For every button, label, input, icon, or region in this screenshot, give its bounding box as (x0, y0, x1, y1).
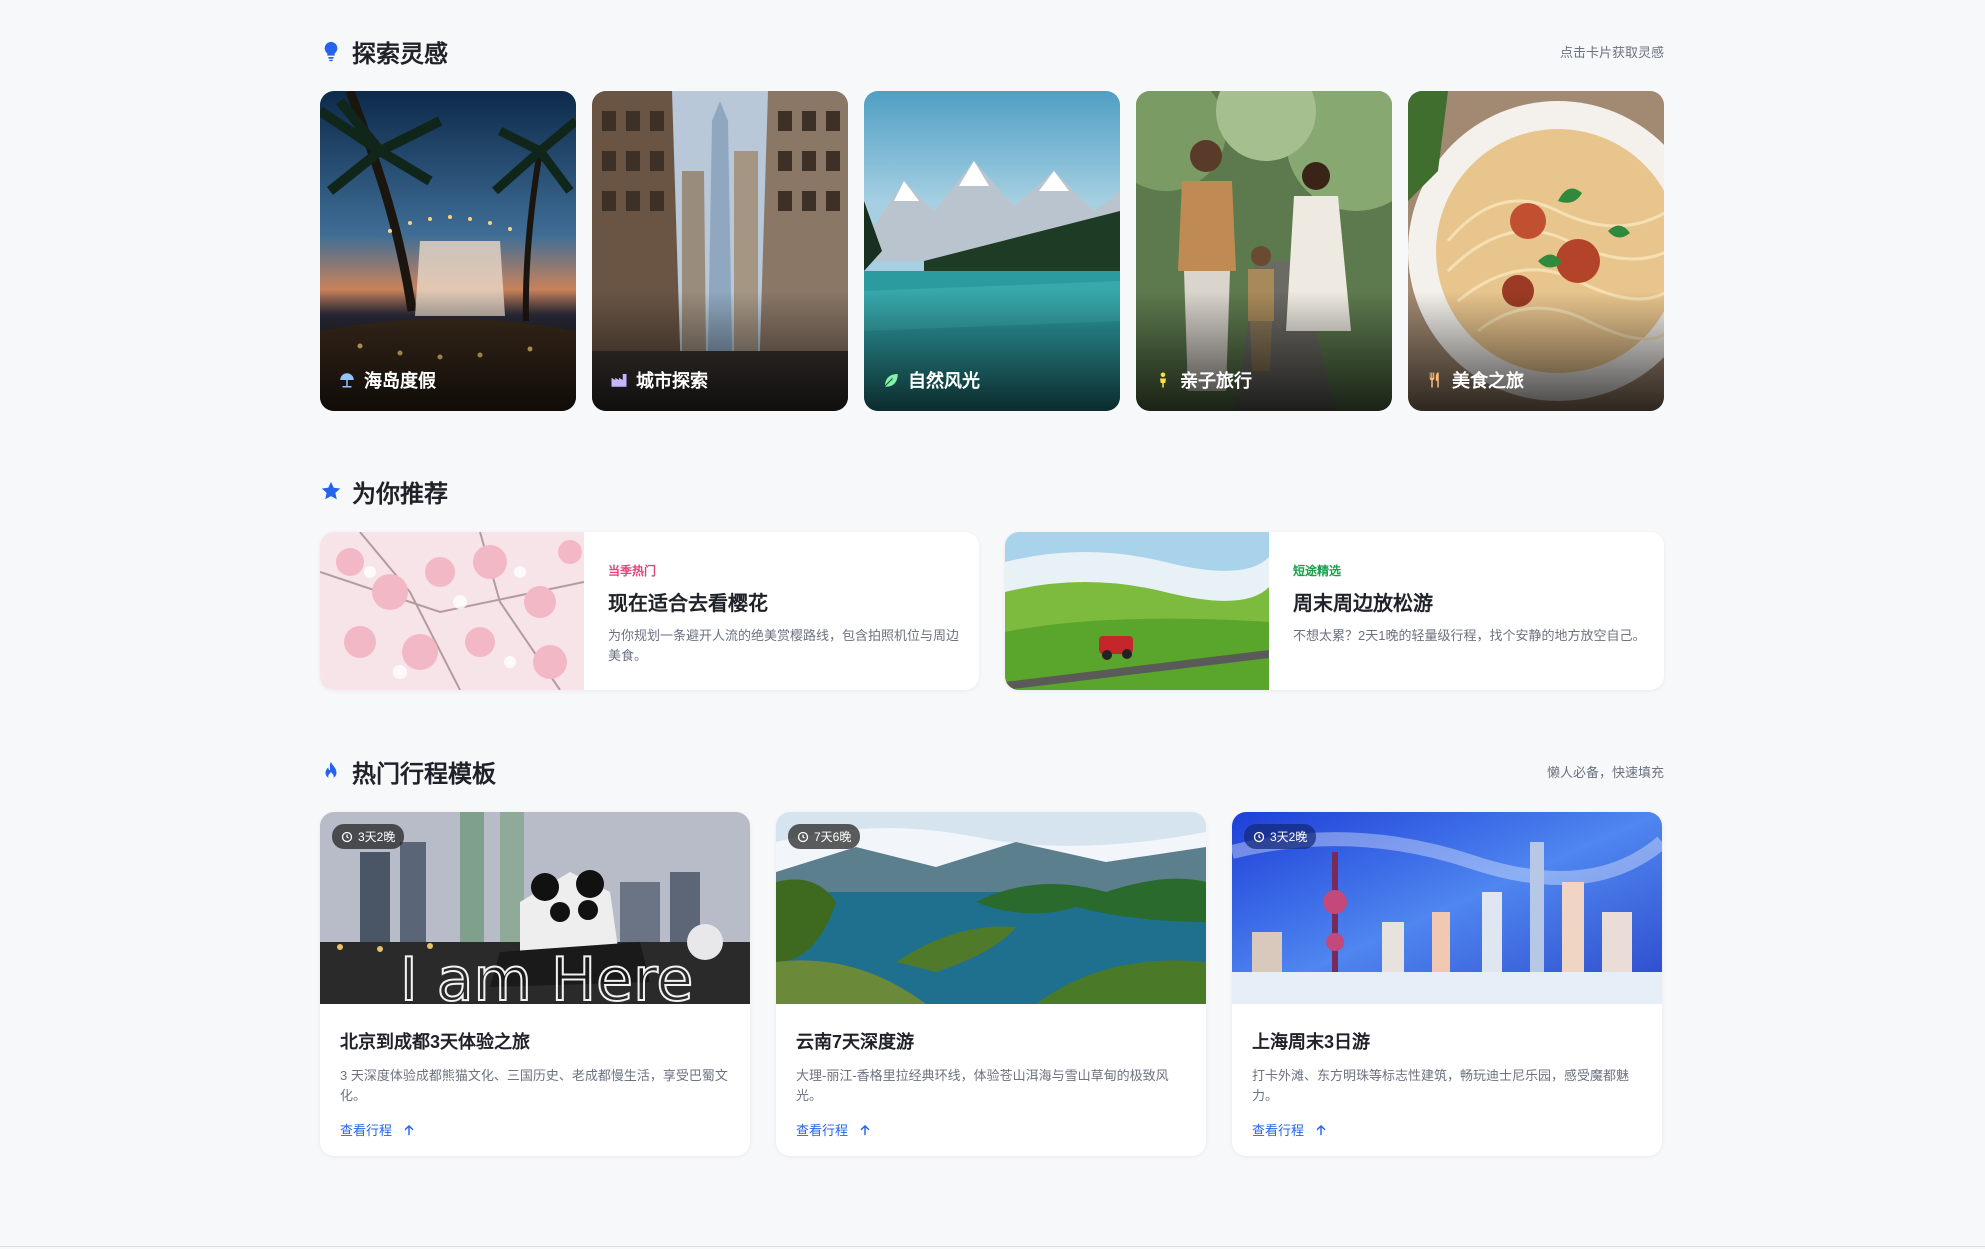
leaf-icon (884, 374, 898, 387)
arrow-up-icon (404, 1124, 414, 1135)
inspire-card-label: 海岛度假 (364, 371, 436, 391)
recommend-desc: 为你规划一条避开人流的绝美赏樱路线，包含拍照机位与周边美食。 (608, 628, 960, 663)
templates-section-title: 热门行程模板 (320, 754, 496, 789)
inspire-section-header: 探索灵感 点击卡片获取灵感 (320, 31, 1664, 71)
duration-badge: 3天2晚 (1244, 824, 1317, 849)
recommend-card-weekend[interactable]: 短途精选 周末周边放松游 不想太累？2天1晚的轻量级行程，找个安静的地方放空自己… (1005, 532, 1664, 690)
view-itinerary-link[interactable]: 查看行程 (1252, 1120, 1642, 1139)
meadow-photo (1005, 532, 1269, 690)
recommend-card-list: 当季热门 现在适合去看樱花 为你规划一条避开人流的绝美赏樱路线，包含拍照机位与周… (320, 532, 1664, 690)
clock-icon (1253, 831, 1265, 842)
template-card-yunnan[interactable]: 7天6晚 云南7天深度游 大理-丽江-香格里拉经典环线，体验苍山洱海与雪山草甸的… (776, 812, 1206, 1156)
template-card-shanghai[interactable]: 3天2晚 上海周末3日游 打卡外滩、东方明珠等标志性建筑，畅玩迪士尼乐园，感受魔… (1232, 812, 1662, 1156)
sign-i-am-here: I am Here (400, 945, 693, 1004)
inspire-card-label: 自然风光 (908, 371, 980, 391)
template-desc: 大理-丽江-香格里拉经典环线，体验苍山洱海与雪山草甸的极致风光。 (796, 1068, 1169, 1103)
templates-section-hint: 懒人必备，快速填充 (1546, 764, 1664, 780)
inspire-section-hint: 点击卡片获取灵感 (1559, 44, 1664, 60)
inspire-card-label: 美食之旅 (1452, 371, 1524, 391)
inspire-card-nature[interactable]: 自然风光 (864, 91, 1120, 411)
template-title: 云南7天深度游 (796, 1032, 915, 1052)
arrow-up-icon (1316, 1124, 1326, 1135)
template-desc: 打卡外滩、东方明珠等标志性建筑，畅玩迪士尼乐园，感受魔都魅力。 (1252, 1068, 1630, 1103)
recommend-card-sakura[interactable]: 当季热门 现在适合去看樱花 为你规划一条避开人流的绝美赏樱路线，包含拍照机位与周… (320, 532, 979, 690)
page-bottom-divider (0, 1246, 1985, 1247)
inspire-card-family[interactable]: 亲子旅行 (1136, 91, 1392, 411)
city-icon (611, 374, 627, 387)
duration-badge: 3天2晚 (332, 824, 405, 849)
template-card-list: I am Here 3天2晚 北京到成都3天体验之旅 3 天深度体验成都熊猫文化… (320, 812, 1662, 1156)
arrow-up-icon (860, 1124, 870, 1135)
lightbulb-icon (324, 41, 338, 62)
clock-icon (797, 831, 809, 842)
recommend-title: 现在适合去看樱花 (608, 593, 768, 615)
template-desc: 3 天深度体验成都熊猫文化、三国历史、老成都慢生活，享受巴蜀文化。 (340, 1068, 728, 1103)
recommend-section-title: 为你推荐 (320, 474, 448, 509)
beach-umbrella-icon (340, 373, 354, 388)
template-title: 上海周末3日游 (1252, 1032, 1371, 1052)
sakura-photo (320, 532, 584, 690)
view-itinerary-link[interactable]: 查看行程 (340, 1120, 730, 1139)
utensils-icon (1429, 372, 1439, 388)
recommend-title: 周末周边放松游 (1293, 593, 1433, 615)
fire-icon (325, 761, 337, 780)
child-icon (1160, 372, 1166, 388)
recommend-tag: 当季热门 (608, 564, 657, 578)
template-title: 北京到成都3天体验之旅 (340, 1032, 531, 1052)
inspire-card-city[interactable]: 城市探索 (592, 91, 848, 411)
view-itinerary-link[interactable]: 查看行程 (796, 1120, 1186, 1139)
template-card-chengdu[interactable]: I am Here 3天2晚 北京到成都3天体验之旅 3 天深度体验成都熊猫文化… (320, 812, 750, 1156)
templates-section-header: 热门行程模板 懒人必备，快速填充 (320, 751, 1664, 791)
recommend-tag: 短途精选 (1293, 564, 1342, 578)
inspire-card-label: 城市探索 (636, 371, 708, 391)
duration-badge: 7天6晚 (788, 824, 861, 849)
inspire-card-island[interactable]: 海岛度假 (320, 91, 576, 411)
clock-icon (341, 831, 353, 842)
inspire-section-title: 探索灵感 (320, 34, 448, 69)
recommend-section-header: 为你推荐 (320, 471, 1664, 511)
inspire-card-food[interactable]: 美食之旅 (1408, 91, 1664, 411)
inspire-card-list: 海岛度假 城市探索 自然风光 亲子旅行 美食之旅 (320, 91, 1664, 411)
inspire-card-label: 亲子旅行 (1180, 371, 1252, 391)
star-icon (321, 481, 341, 500)
recommend-desc: 不想太累？2天1晚的轻量级行程，找个安静的地方放空自己。 (1293, 628, 1646, 643)
